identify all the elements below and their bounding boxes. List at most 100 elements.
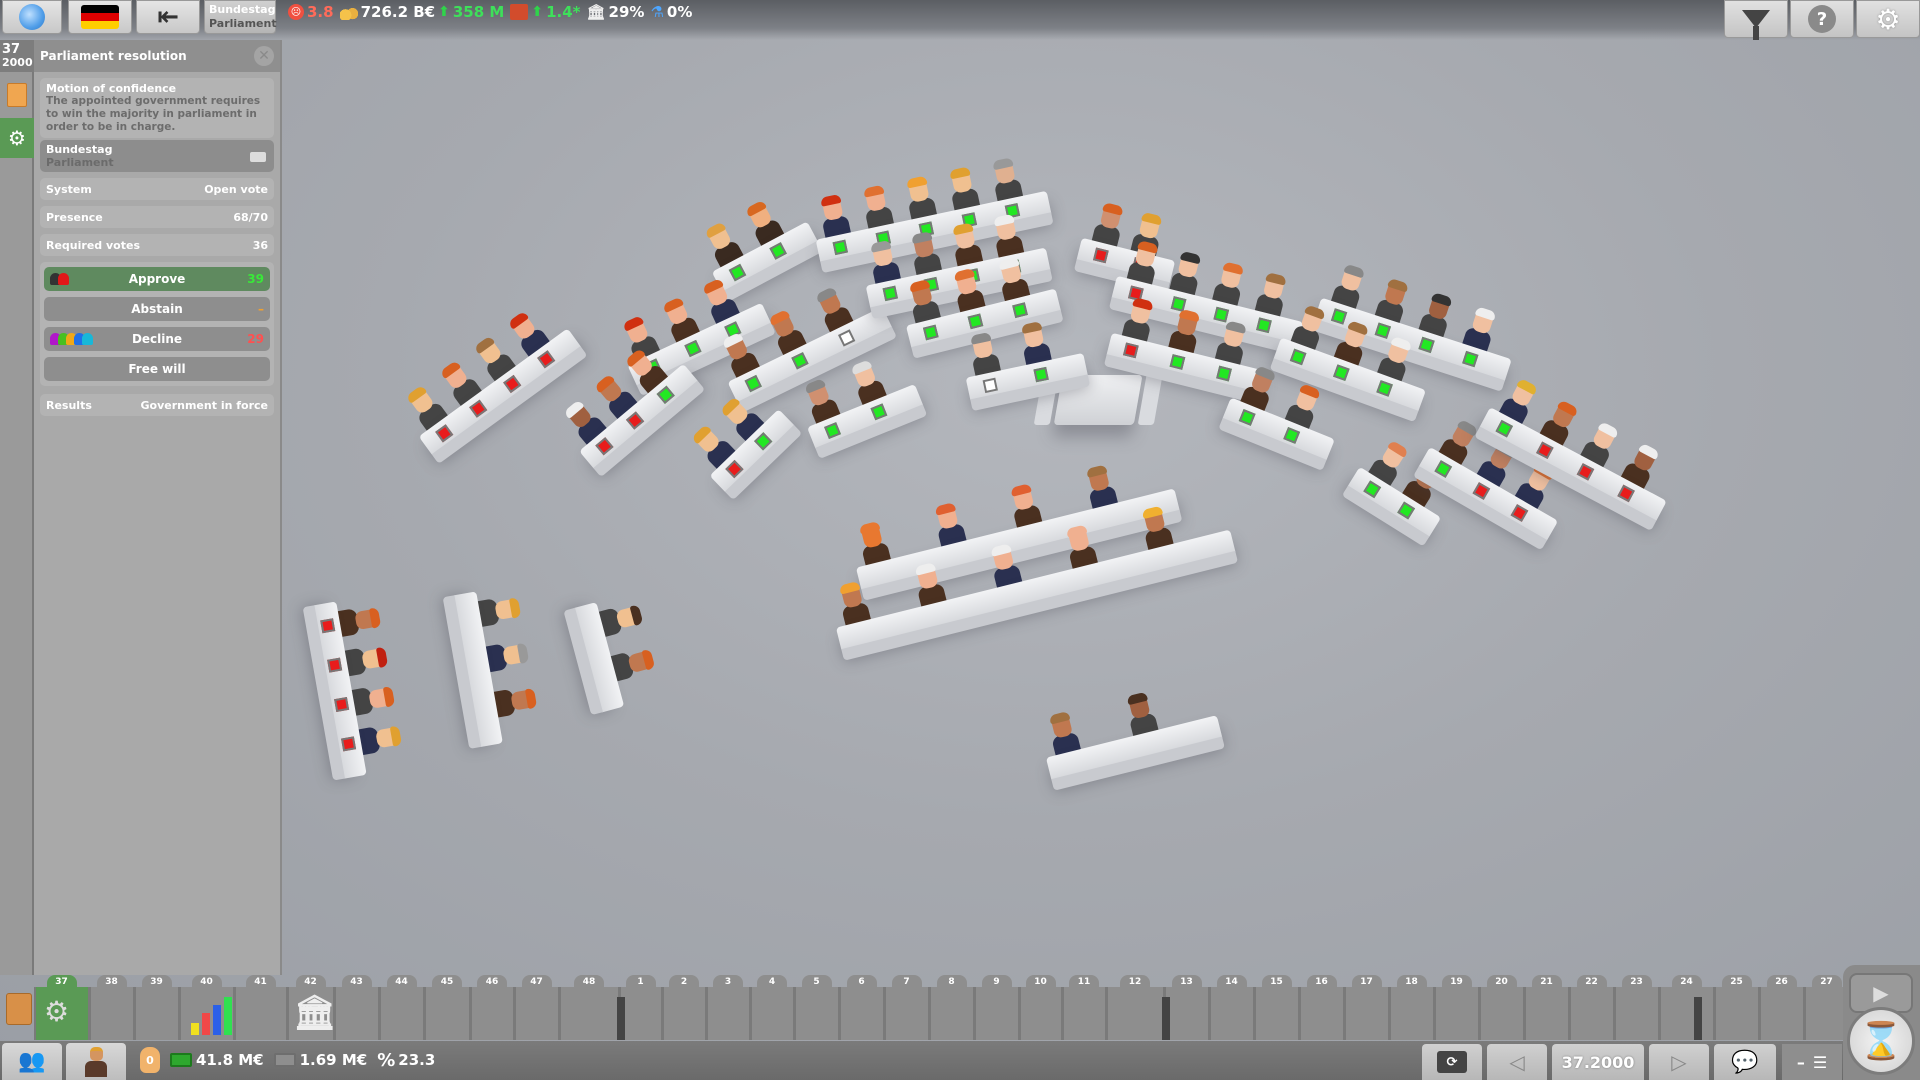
research-stat[interactable]: ⚗ 0% <box>650 3 692 21</box>
abstain-count: – <box>258 302 264 316</box>
arrow-up-icon: ⬆ <box>531 4 544 20</box>
timeline-week-14[interactable] <box>1209 987 1254 1040</box>
motion-card: Motion of confidence The appointed gover… <box>40 78 274 138</box>
back-button[interactable]: ⇤ <box>136 0 200 34</box>
timeline-week-label: 10 <box>1025 975 1056 989</box>
unhappiness-stat[interactable]: ☹ 3.8 <box>288 3 334 21</box>
abstain-button[interactable]: Abstain – <box>44 297 270 321</box>
timeline-week-43[interactable] <box>334 987 379 1040</box>
timeline-week-48[interactable] <box>559 987 619 1040</box>
timeline-week-3[interactable] <box>706 987 750 1040</box>
timeline-week-6[interactable] <box>839 987 884 1040</box>
motion-description: The appointed government requires to win… <box>46 95 261 133</box>
party-button[interactable]: 👥 <box>2 1043 62 1080</box>
timeline-week-9[interactable] <box>974 987 1019 1040</box>
timeline-week-10[interactable] <box>1019 987 1062 1040</box>
rate-stat[interactable]: % 23.3 <box>377 1050 435 1071</box>
left-icon-strip <box>0 40 34 975</box>
timeline-week-label: 6 <box>846 975 877 989</box>
timeline-week-38[interactable] <box>89 987 134 1040</box>
parliament-chamber-view[interactable] <box>284 40 1920 975</box>
budget-stat[interactable]: 726.2 B€ ⬆ 358 M <box>339 3 504 21</box>
chamber-card[interactable]: Bundestag Parliament <box>40 140 274 172</box>
leader-button[interactable] <box>66 1043 126 1080</box>
current-date-button[interactable]: 37.2000 <box>1552 1044 1644 1080</box>
chart-bar <box>224 997 232 1035</box>
chart-bar <box>191 1023 199 1035</box>
chevron-right-icon: ▷ <box>1671 1050 1687 1074</box>
resolution-doc-icon[interactable] <box>6 993 32 1025</box>
timeline-week-label: 11 <box>1069 975 1099 989</box>
screenshot-button[interactable]: ⟳ <box>1422 1044 1482 1080</box>
timeline-week-23[interactable] <box>1614 987 1659 1040</box>
strip-resolution-tab[interactable] <box>0 78 34 112</box>
coins-icon <box>339 4 358 20</box>
chart-bar <box>202 1013 210 1035</box>
timeline-week-17[interactable] <box>1344 987 1389 1040</box>
approval-stat[interactable]: 🏛 29% <box>586 3 644 21</box>
timeline-week-7[interactable] <box>884 987 929 1040</box>
timeline-week-47[interactable] <box>514 987 559 1040</box>
chevron-left-icon: ◁ <box>1509 1050 1525 1074</box>
timeline-week-11[interactable] <box>1062 987 1106 1040</box>
timeline-week-45[interactable] <box>424 987 470 1040</box>
approve-count: 39 <box>247 272 264 286</box>
minus-icon: – <box>1796 1052 1805 1072</box>
timeline-week-25[interactable] <box>1714 987 1759 1040</box>
chamber-button[interactable]: Bundestag Parliament <box>204 0 277 34</box>
timeline-week-12[interactable] <box>1106 987 1164 1040</box>
timeline-week-46[interactable] <box>470 987 514 1040</box>
strip-settings-tab[interactable]: ⚙ <box>0 118 34 158</box>
cash-stat[interactable]: 41.8 M€ <box>170 1051 264 1069</box>
current-year: 2000 <box>2 56 33 69</box>
timeline-week-26[interactable] <box>1759 987 1804 1040</box>
previous-week-button[interactable]: ◁ <box>1487 1044 1547 1080</box>
system-row: System Open vote <box>40 178 274 200</box>
bank-budget-icon[interactable]: 🏛 <box>293 993 336 1033</box>
timeline-week-39[interactable] <box>134 987 179 1040</box>
debt-stat[interactable]: 1.69 M€ <box>273 1051 367 1069</box>
timeline-week-5[interactable] <box>794 987 839 1040</box>
free-will-button[interactable]: Free will <box>44 357 270 381</box>
next-week-button[interactable]: ▷ <box>1649 1044 1709 1080</box>
timeline-week-16[interactable] <box>1299 987 1344 1040</box>
filter-button[interactable] <box>1724 0 1788 40</box>
timeline-week-8[interactable] <box>929 987 974 1040</box>
timeline-week-2[interactable] <box>662 987 706 1040</box>
vote-indicator-no <box>327 657 343 673</box>
approve-button[interactable]: Approve 39 <box>44 267 270 291</box>
timeline-week-19[interactable] <box>1434 987 1479 1040</box>
chamber-name: Bundestag <box>46 143 113 156</box>
messages-button[interactable]: 💬 <box>1714 1044 1776 1080</box>
decline-button[interactable]: Decline 29 <box>44 327 270 351</box>
timeline-week-20[interactable] <box>1479 987 1524 1040</box>
results-row: Results Government in force <box>40 394 274 416</box>
timeline-week-1[interactable] <box>619 987 662 1040</box>
country-button[interactable] <box>68 0 132 34</box>
unhappiness-value: 3.8 <box>307 3 334 21</box>
close-icon[interactable]: ✕ <box>254 46 274 66</box>
timeline-week-label: 14 <box>1216 975 1247 989</box>
timeline-week-24[interactable] <box>1659 987 1714 1040</box>
settings-button[interactable]: ⚙ <box>1856 0 1920 38</box>
world-map-button[interactable] <box>2 0 62 34</box>
timeline-week-22[interactable] <box>1569 987 1614 1040</box>
hourglass-button[interactable]: ⌛ <box>1847 1007 1915 1075</box>
influence-hand-icon[interactable]: 0 <box>140 1047 160 1073</box>
timeline-week-label: 4 <box>757 975 787 989</box>
timeline-week-15[interactable] <box>1254 987 1299 1040</box>
timeline-week-21[interactable] <box>1524 987 1569 1040</box>
timeline-week-18[interactable] <box>1389 987 1434 1040</box>
list-menu-button[interactable]: – ☰ <box>1782 1044 1842 1080</box>
approve-label: Approve <box>128 272 186 286</box>
growth-stat[interactable]: ⬆ 1.4* <box>510 3 580 21</box>
timeline-week-4[interactable] <box>750 987 794 1040</box>
timeline-week-label: 9 <box>981 975 1012 989</box>
play-icon: ▶ <box>1873 981 1889 1005</box>
timeline-week-13[interactable] <box>1164 987 1209 1040</box>
flag-stripe-red <box>81 13 119 21</box>
timeline-week-41[interactable] <box>234 987 287 1040</box>
help-button[interactable]: ? <box>1790 0 1854 38</box>
decline-parties <box>50 333 93 345</box>
timeline-week-44[interactable] <box>379 987 424 1040</box>
